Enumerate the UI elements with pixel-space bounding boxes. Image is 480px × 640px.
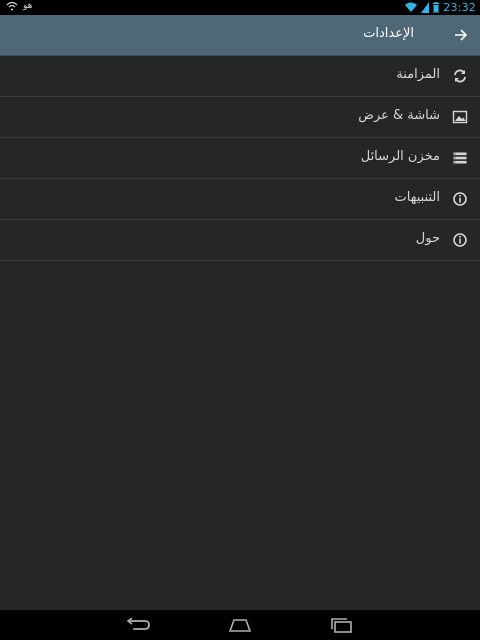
wifi-signal-icon xyxy=(405,2,418,12)
action-bar: الإعدادات xyxy=(0,15,480,56)
status-bar: هو 23:32 xyxy=(0,0,480,15)
menu-item-label: شاشة & عرض xyxy=(358,108,440,123)
battery-icon xyxy=(433,2,440,13)
menu-item-message-storage[interactable]: مخزن الرسائل xyxy=(0,138,480,179)
image-icon xyxy=(452,110,468,124)
storage-list-icon xyxy=(453,152,467,164)
settings-screen: هو 23:32 الإعدادات المزامنة شاشة & عرض م… xyxy=(0,0,480,640)
back-arrow-icon[interactable] xyxy=(454,28,468,42)
menu-item-label: مخزن الرسائل xyxy=(360,149,440,164)
recent-apps-icon[interactable] xyxy=(330,617,354,633)
menu-item-notifications[interactable]: التنبيهات xyxy=(0,179,480,220)
page-title: الإعدادات xyxy=(363,26,414,41)
info-circle-icon xyxy=(453,233,467,247)
menu-item-label: المزامنة xyxy=(396,67,440,82)
settings-menu: المزامنة شاشة & عرض مخزن الرسائل التنبيه… xyxy=(0,56,480,261)
menu-item-sync[interactable]: المزامنة xyxy=(0,56,480,97)
status-notifications: هو xyxy=(6,1,32,11)
wifi-notification-icon xyxy=(6,1,18,11)
menu-item-label: حول xyxy=(415,231,440,246)
carrier-label: هو xyxy=(23,1,33,11)
back-icon[interactable] xyxy=(127,617,151,633)
clock: 23:32 xyxy=(443,1,476,14)
info-circle-icon xyxy=(453,192,467,206)
menu-item-display[interactable]: شاشة & عرض xyxy=(0,97,480,138)
menu-item-about[interactable]: حول xyxy=(0,220,480,261)
status-system: 23:32 xyxy=(405,0,476,15)
navigation-bar xyxy=(0,610,480,640)
home-icon[interactable] xyxy=(228,617,252,633)
sync-icon xyxy=(454,69,466,83)
cell-signal-icon xyxy=(421,2,430,13)
menu-item-label: التنبيهات xyxy=(394,190,440,205)
